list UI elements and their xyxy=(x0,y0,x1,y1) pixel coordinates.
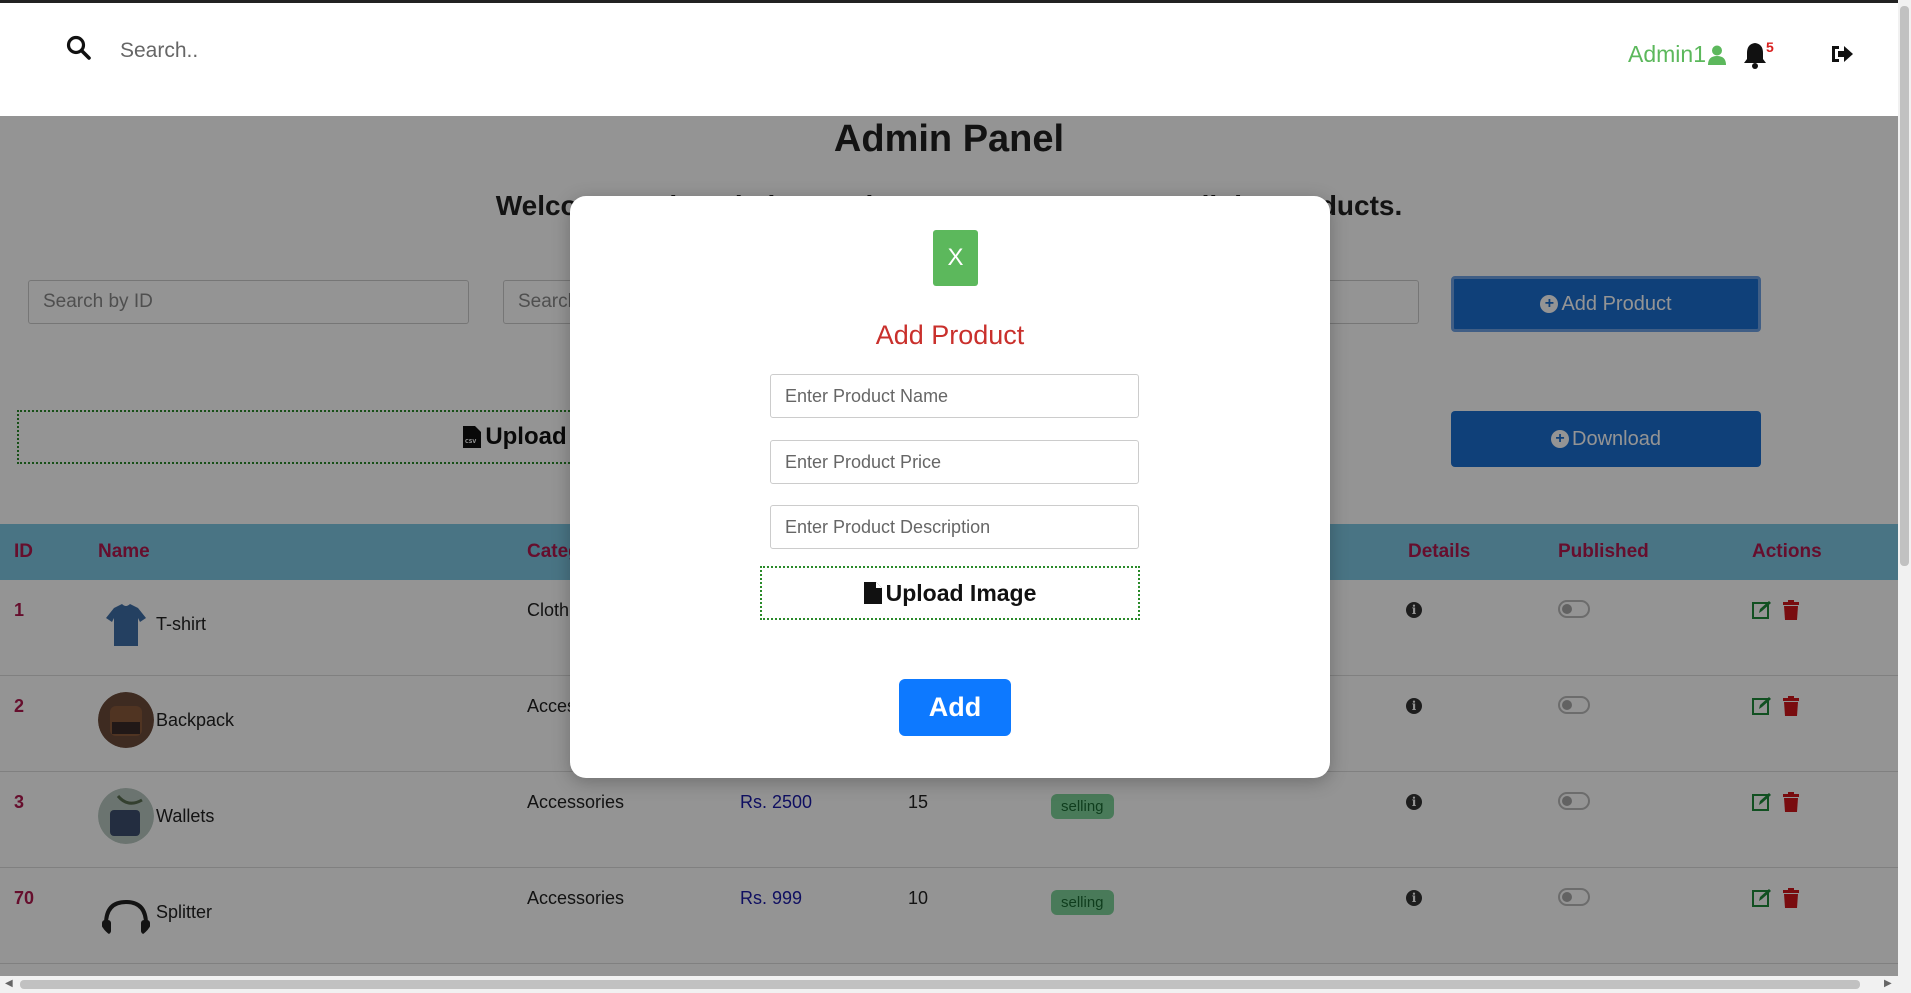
close-button[interactable]: X xyxy=(933,230,978,286)
add-button[interactable]: Add xyxy=(899,679,1011,736)
top-navbar: Admin1 5 xyxy=(0,0,1898,116)
scroll-right-arrow[interactable]: ▶ xyxy=(1884,978,1892,989)
notification-badge: 5 xyxy=(1766,39,1774,55)
product-description-input[interactable] xyxy=(770,505,1139,549)
global-search-input[interactable] xyxy=(120,31,520,71)
upload-image-label: Upload Image xyxy=(885,579,1037,606)
product-name-input[interactable] xyxy=(770,374,1139,418)
vertical-scrollbar[interactable] xyxy=(1898,0,1911,976)
scroll-left-arrow[interactable]: ◀ xyxy=(5,978,13,989)
file-icon xyxy=(863,582,882,604)
add-product-modal: X Add Product Upload Image Add xyxy=(570,196,1330,778)
upload-image-dropzone[interactable]: Upload Image xyxy=(760,566,1140,620)
vertical-scrollbar-thumb[interactable] xyxy=(1900,6,1909,566)
horizontal-scrollbar[interactable]: ◀ ▶ xyxy=(0,976,1911,993)
username-label: Admin1 xyxy=(1628,41,1706,67)
modal-title: Add Product xyxy=(875,320,1025,350)
search-icon[interactable] xyxy=(66,35,92,61)
user-icon xyxy=(1707,45,1726,65)
logout-icon[interactable] xyxy=(1830,43,1854,65)
bell-icon[interactable] xyxy=(1742,41,1768,69)
horizontal-scrollbar-thumb[interactable] xyxy=(20,980,1860,989)
product-price-input[interactable] xyxy=(770,440,1139,484)
user-menu[interactable]: Admin1 xyxy=(1628,41,1726,68)
